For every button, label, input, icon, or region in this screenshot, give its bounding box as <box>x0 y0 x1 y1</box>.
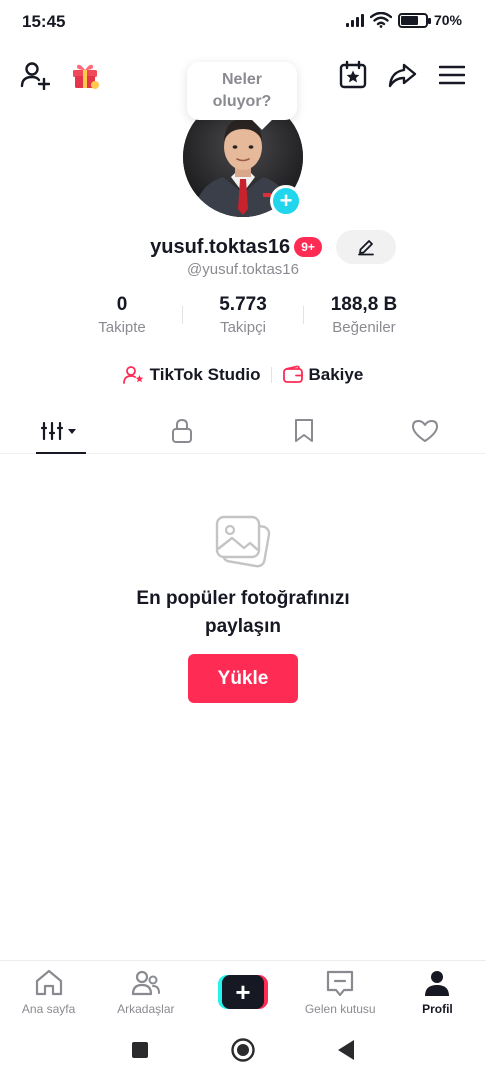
status-bubble[interactable]: Neler oluyor? <box>187 62 297 120</box>
balance-link[interactable]: Bakiye <box>282 365 364 385</box>
stat-value: 5.773 <box>219 294 267 315</box>
empty-state-line-1: En popüler fotoğrafınızı <box>136 588 350 609</box>
balance-label: Bakiye <box>308 365 364 384</box>
photo-icon <box>212 512 274 572</box>
back-icon[interactable] <box>336 1039 356 1061</box>
bubble-line-1: Neler <box>221 71 263 88</box>
empty-state-line-2: paylaşın <box>204 616 282 637</box>
gift-icon[interactable] <box>68 58 102 92</box>
nav-friends-label: Arkadaşlar <box>117 1002 175 1016</box>
tab-videos[interactable] <box>0 408 122 454</box>
recents-icon[interactable] <box>130 1040 150 1060</box>
home-icon <box>35 969 62 996</box>
status-time: 15:45 <box>22 12 66 31</box>
add-friend-icon[interactable] <box>18 58 52 92</box>
upload-button[interactable]: Yükle <box>188 654 298 703</box>
tiktok-studio-label: TikTok Studio <box>149 365 261 384</box>
empty-state-title: En popüler fotoğrafınızı paylaşın <box>0 585 486 641</box>
wifi-icon <box>369 12 392 28</box>
menu-icon[interactable] <box>435 58 469 92</box>
bookmark-icon <box>294 418 313 442</box>
system-navigation <box>0 1030 486 1070</box>
heart-icon <box>412 419 439 442</box>
stat-following[interactable]: 0 Takipte <box>62 294 182 336</box>
divider <box>270 367 272 383</box>
battery-percent: 70% <box>433 12 462 28</box>
tab-private[interactable] <box>122 408 244 453</box>
stat-likes[interactable]: 188,8 B Beğeniler <box>304 294 424 336</box>
create-plus-icon[interactable]: + <box>218 975 268 1009</box>
tab-liked[interactable] <box>365 408 486 453</box>
notification-badge[interactable]: 9+ <box>294 237 322 257</box>
nav-friends[interactable]: Arkadaşlar <box>97 961 194 1024</box>
signal-icon <box>345 13 364 27</box>
nav-home-label: Ana sayfa <box>21 1002 76 1016</box>
profile-stats: 0 Takipte 5.773 Takipçi 188,8 B Beğenile… <box>0 294 486 336</box>
home-circle-icon[interactable] <box>230 1037 256 1063</box>
calendar-star-icon[interactable] <box>336 58 370 92</box>
share-icon[interactable] <box>385 58 419 92</box>
battery-icon <box>397 12 431 28</box>
friends-icon <box>131 970 160 996</box>
profile-links: TikTok Studio Bakiye <box>0 365 486 385</box>
profile-icon <box>425 971 450 996</box>
inbox-icon <box>327 970 354 997</box>
stat-label: Takipçi <box>220 319 266 336</box>
wallet-icon <box>282 365 303 383</box>
lock-icon <box>172 418 193 443</box>
stat-label: Takipte <box>98 319 146 336</box>
tab-saved[interactable] <box>243 408 365 453</box>
content-tabs <box>0 408 486 454</box>
person-star-icon <box>122 366 143 384</box>
grid-filter-icon <box>40 421 76 440</box>
nav-inbox[interactable]: Gelen kutusu <box>292 961 389 1024</box>
nav-home[interactable]: Ana sayfa <box>0 961 97 1024</box>
edit-profile-button[interactable] <box>335 230 396 264</box>
username: yusuf.toktas16 <box>150 235 291 258</box>
stat-value: 0 <box>116 294 128 315</box>
nav-create[interactable]: + <box>194 961 291 1024</box>
stat-value: 188,8 B <box>330 294 398 315</box>
user-handle: @yusuf.toktas16 <box>187 261 299 278</box>
stat-label: Beğeniler <box>332 319 396 336</box>
tiktok-studio-link[interactable]: TikTok Studio <box>122 365 261 385</box>
pencil-icon <box>357 240 374 256</box>
status-icons: 70% <box>345 12 462 28</box>
nav-profile[interactable]: Profil <box>389 961 486 1024</box>
username-row: yusuf.toktas16 9+ <box>0 230 486 264</box>
bottom-navigation: Ana sayfa Arkadaşlar + Gelen kutusu Prof… <box>0 960 486 1024</box>
nav-inbox-label: Gelen kutusu <box>304 1002 376 1016</box>
nav-profile-label: Profil <box>422 1002 453 1016</box>
bubble-line-2: oluyor? <box>212 93 272 110</box>
stat-followers[interactable]: 5.773 Takipçi <box>183 294 303 336</box>
add-avatar-plus-icon[interactable]: + <box>270 185 302 217</box>
